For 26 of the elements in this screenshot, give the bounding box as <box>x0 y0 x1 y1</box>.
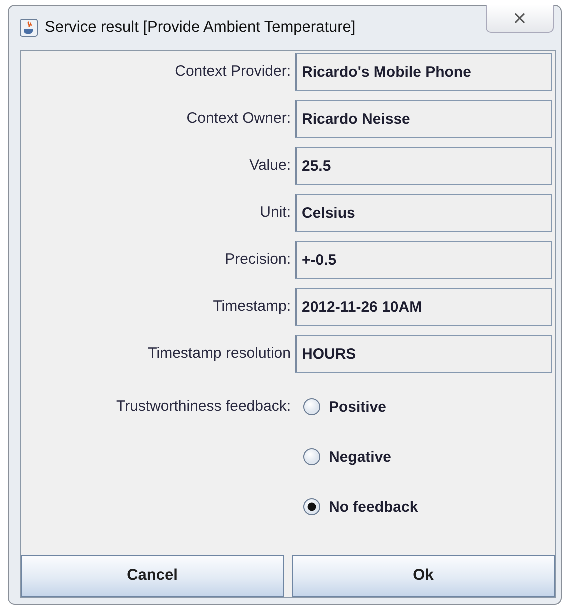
value-field[interactable]: 25.5 <box>295 147 552 185</box>
radio-option[interactable]: No feedback <box>295 498 555 516</box>
radio-option[interactable]: Negative <box>295 448 555 466</box>
radio-button[interactable] <box>303 448 321 466</box>
dialog-button[interactable]: Ok <box>292 555 555 597</box>
value-field[interactable]: 2012-11-26 10AM <box>295 288 552 326</box>
coffee-cup-icon <box>20 19 38 37</box>
value-field[interactable]: +-0.5 <box>295 241 552 279</box>
dialog-button[interactable]: Cancel <box>21 555 284 597</box>
radio-option[interactable]: Positive <box>295 398 555 416</box>
field-label: Trustworthiness feedback: <box>115 397 291 417</box>
field-label: Timestamp resolution <box>147 344 291 364</box>
radio-button[interactable] <box>303 498 321 516</box>
field-label: Unit: <box>259 203 291 223</box>
field-label: Precision: <box>224 250 291 270</box>
window-title: Service result [Provide Ambient Temperature] <box>45 19 356 37</box>
radio-button[interactable] <box>303 398 321 416</box>
field-label: Value: <box>248 156 291 176</box>
value-field[interactable]: Ricardo Neisse <box>295 100 552 138</box>
field-label: Context Owner: <box>186 109 291 129</box>
field-label: Timestamp: <box>212 297 291 317</box>
value-field[interactable]: Celsius <box>295 194 552 232</box>
close-button[interactable]: ⨯ <box>486 5 554 33</box>
field-label: Context Provider: <box>174 62 291 82</box>
value-field[interactable]: HOURS <box>295 335 552 373</box>
value-field[interactable]: Ricardo's Mobile Phone <box>295 53 552 91</box>
